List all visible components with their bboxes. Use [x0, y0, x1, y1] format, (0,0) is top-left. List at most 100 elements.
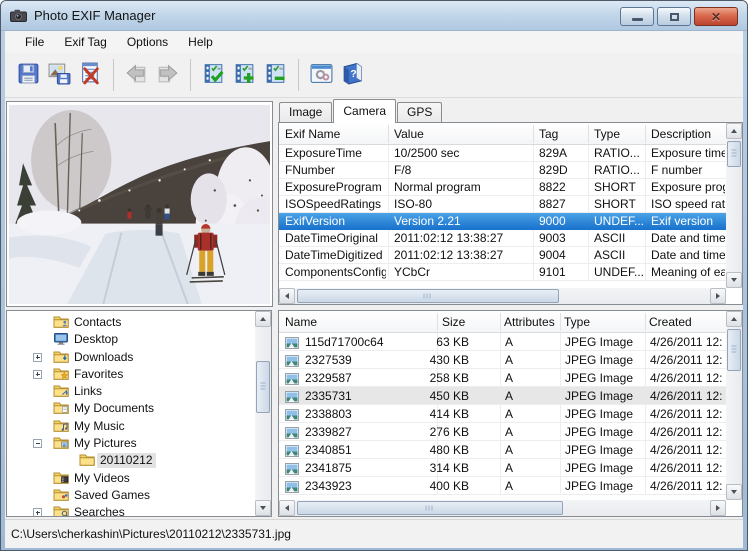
add-exif-tag-button[interactable]: [229, 57, 259, 93]
tree-item-my-documents[interactable]: My Documents: [7, 400, 254, 417]
validate-exif-button[interactable]: [198, 57, 228, 93]
menu-help[interactable]: Help: [178, 32, 223, 52]
file-row[interactable]: 2341875314 KBAJPEG Image4/26/2011 12:: [279, 459, 726, 477]
help-button[interactable]: ?: [337, 57, 367, 93]
tree-item-downloads[interactable]: Downloads: [7, 349, 254, 366]
exif-vertical-scrollbar[interactable]: [726, 123, 742, 288]
file-column-header-size[interactable]: Size: [442, 311, 496, 333]
delete-exif-button[interactable]: [75, 57, 105, 93]
close-button[interactable]: ✕: [694, 7, 738, 26]
file-column-header-created[interactable]: Created: [649, 311, 725, 333]
column-separator[interactable]: [588, 125, 589, 143]
scroll-up-button[interactable]: [255, 311, 271, 327]
desktop-icon: [53, 332, 69, 350]
scroll-thumb[interactable]: [297, 501, 563, 515]
exif-row[interactable]: ComponentsConfig...YCbCr9101UNDEF...Mean…: [279, 264, 726, 281]
column-separator[interactable]: [500, 313, 501, 331]
save-exif-button[interactable]: [13, 57, 43, 93]
exif-column-header-exif-name[interactable]: Exif Name: [285, 123, 386, 145]
exif-table-panel: Exif Name Value Tag Type Description Exposur…: [278, 122, 743, 305]
exif-row[interactable]: FNumberF/8829DRATIO...F number: [279, 162, 726, 179]
file-row[interactable]: 2329587258 KBAJPEG Image4/26/2011 12:: [279, 369, 726, 387]
scroll-left-button[interactable]: [279, 288, 295, 304]
exif-row[interactable]: ExposureProgramNormal program8822SHORTEx…: [279, 179, 726, 196]
maximize-button[interactable]: [657, 7, 691, 26]
scroll-thumb[interactable]: [727, 141, 741, 167]
next-image-button[interactable]: [152, 57, 182, 93]
scroll-thumb[interactable]: [727, 329, 741, 371]
title-bar[interactable]: Photo EXIF Manager ✕: [1, 1, 747, 31]
tree-item-my-pictures[interactable]: My Pictures: [7, 435, 254, 452]
tab-image[interactable]: Image: [279, 102, 332, 122]
scroll-left-button[interactable]: [279, 500, 295, 516]
files-horizontal-scrollbar[interactable]: [279, 500, 726, 516]
tree-item-my-music[interactable]: My Music: [7, 418, 254, 435]
column-separator[interactable]: [645, 125, 646, 143]
tab-camera[interactable]: Camera: [333, 99, 396, 123]
expand-icon[interactable]: [33, 508, 42, 516]
file-row[interactable]: 2343923400 KBAJPEG Image4/26/2011 12:: [279, 477, 726, 495]
options-button[interactable]: [306, 57, 336, 93]
scroll-up-button[interactable]: [726, 123, 742, 139]
exif-row[interactable]: DateTimeDigitized2011:02:12 13:38:279004…: [279, 247, 726, 264]
exif-column-header-type[interactable]: Type: [594, 123, 643, 145]
column-separator[interactable]: [645, 313, 646, 331]
scroll-down-button[interactable]: [726, 484, 742, 500]
image-save-icon: [47, 61, 72, 89]
file-row[interactable]: 2335731450 KBAJPEG Image4/26/2011 12:: [279, 387, 726, 405]
remove-exif-tag-button[interactable]: [260, 57, 290, 93]
file-column-header-type[interactable]: Type: [564, 311, 640, 333]
exif-table-header[interactable]: Exif Name Value Tag Type Description: [279, 123, 726, 145]
file-column-header-name[interactable]: Name: [285, 311, 433, 333]
menu-exif-tag[interactable]: Exif Tag: [54, 32, 116, 52]
scroll-right-button[interactable]: [710, 500, 726, 516]
scroll-down-button[interactable]: [726, 272, 742, 288]
tree-item-20110212[interactable]: 20110212: [7, 452, 254, 469]
minimize-button[interactable]: [620, 7, 654, 26]
scroll-up-button[interactable]: [726, 311, 742, 327]
save-image-button[interactable]: [44, 57, 74, 93]
file-row[interactable]: 2338803414 KBAJPEG Image4/26/2011 12:: [279, 405, 726, 423]
file-row[interactable]: 2327539430 KBAJPEG Image4/26/2011 12:: [279, 351, 726, 369]
column-separator[interactable]: [533, 125, 534, 143]
documents-folder-icon: [53, 401, 69, 419]
tree-item-contacts[interactable]: Contacts: [7, 314, 254, 331]
file-row[interactable]: 115d71700c6463 KBAJPEG Image4/26/2011 12…: [279, 333, 726, 351]
file-list-header[interactable]: Name Size Attributes Type Created: [279, 311, 726, 333]
previous-image-button[interactable]: [121, 57, 151, 93]
scroll-thumb[interactable]: [256, 361, 270, 413]
scroll-right-button[interactable]: [710, 288, 726, 304]
column-separator[interactable]: [560, 313, 561, 331]
scroll-down-button[interactable]: [255, 500, 271, 516]
file-cell-name: 2339827: [305, 423, 431, 440]
tab-gps[interactable]: GPS: [397, 102, 442, 122]
tree-item-saved-games[interactable]: Saved Games: [7, 487, 254, 504]
column-separator[interactable]: [388, 125, 389, 143]
exif-row[interactable]: ExifVersionVersion 2.219000UNDEF...Exif …: [279, 213, 726, 230]
menu-options[interactable]: Options: [117, 32, 178, 52]
collapse-icon[interactable]: [33, 439, 42, 448]
file-column-header-attributes[interactable]: Attributes: [504, 311, 556, 333]
exif-row[interactable]: DateTimeOriginal2011:02:12 13:38:279003A…: [279, 230, 726, 247]
exif-row[interactable]: ISOSpeedRatingsISO-808827SHORTISO speed …: [279, 196, 726, 213]
tree-item-favorites[interactable]: Favorites: [7, 366, 254, 383]
exif-row[interactable]: ExposureTime10/2500 sec829ARATIO...Expos…: [279, 145, 726, 162]
exif-column-header-tag[interactable]: Tag: [539, 123, 586, 145]
tree-item-desktop[interactable]: Desktop: [7, 331, 254, 348]
tree-item-label: Downloads: [71, 350, 136, 365]
menu-file[interactable]: File: [15, 32, 54, 52]
exif-column-header-description[interactable]: Description: [651, 123, 725, 145]
expand-icon[interactable]: [33, 370, 42, 379]
files-vertical-scrollbar[interactable]: [726, 311, 742, 500]
scroll-thumb[interactable]: [297, 289, 559, 303]
exif-horizontal-scrollbar[interactable]: [279, 288, 726, 304]
tree-item-searches[interactable]: Searches: [7, 504, 254, 516]
tree-vertical-scrollbar[interactable]: [255, 311, 271, 516]
column-separator[interactable]: [437, 313, 438, 331]
file-row[interactable]: 2340851480 KBAJPEG Image4/26/2011 12:: [279, 441, 726, 459]
file-row[interactable]: 2339827276 KBAJPEG Image4/26/2011 12:: [279, 423, 726, 441]
expand-icon[interactable]: [33, 353, 42, 362]
tree-item-my-videos[interactable]: My Videos: [7, 470, 254, 487]
exif-column-header-value[interactable]: Value: [394, 123, 531, 145]
tree-item-links[interactable]: Links: [7, 383, 254, 400]
